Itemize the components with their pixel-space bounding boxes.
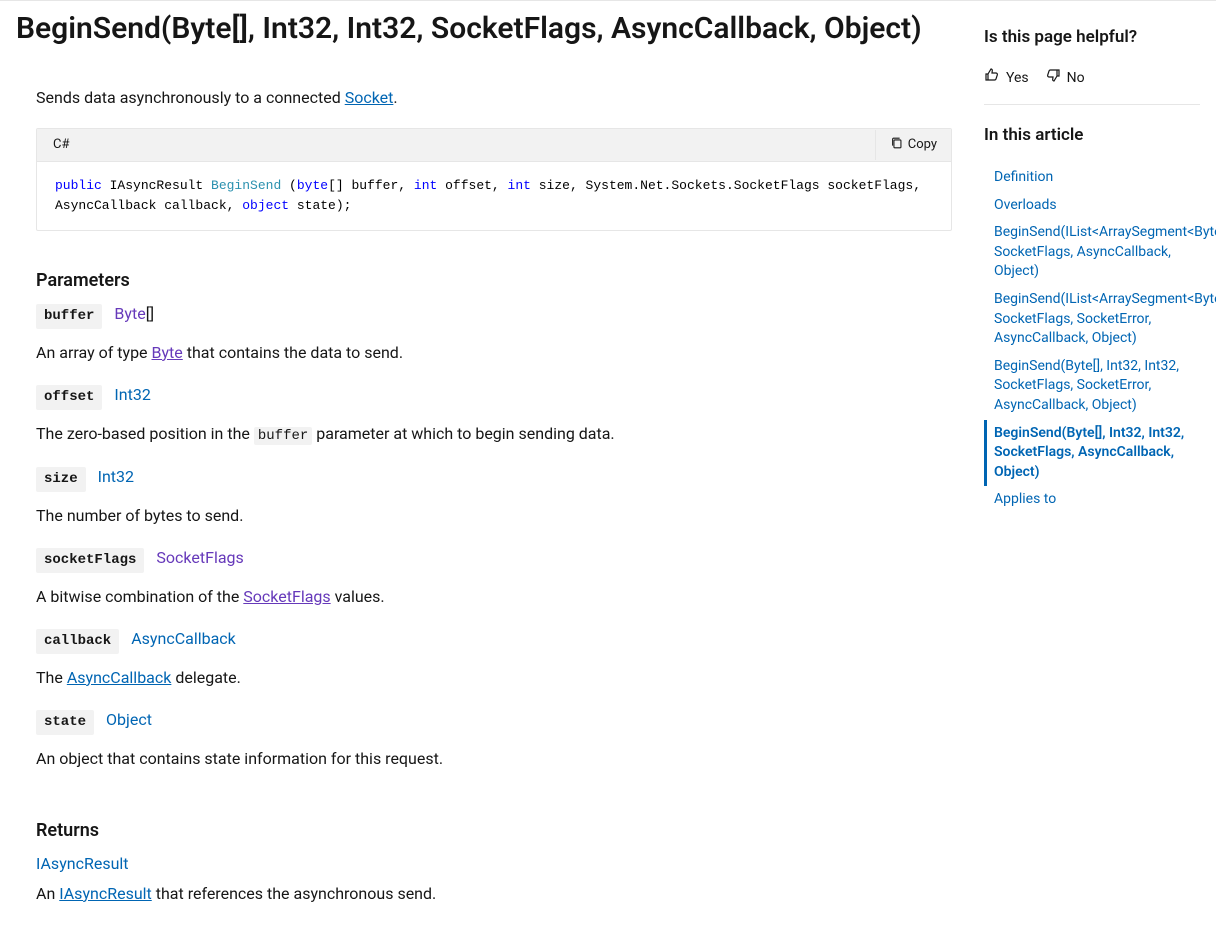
toc-link[interactable]: Definition bbox=[984, 164, 1200, 192]
parameter-type: Int32 bbox=[98, 467, 134, 486]
doc-link[interactable]: Byte bbox=[152, 343, 183, 362]
toc-item: BeginSend(Byte[], Int32, Int32, SocketFl… bbox=[984, 420, 1200, 487]
toc-item: BeginSend(IList<ArraySegment<Byte>>, Soc… bbox=[984, 219, 1200, 286]
parameter-type: SocketFlags bbox=[156, 548, 243, 567]
returns-type: IAsyncResult bbox=[36, 852, 952, 876]
parameter-type: Int32 bbox=[114, 385, 150, 404]
parameter-block: socketFlagsSocketFlagsA bitwise combinat… bbox=[36, 546, 952, 609]
toc-list: DefinitionOverloadsBeginSend(IList<Array… bbox=[984, 164, 1200, 514]
helpful-heading: Is this page helpful? bbox=[984, 25, 1200, 51]
returns-type-link[interactable]: IAsyncResult bbox=[36, 854, 129, 873]
doc-link[interactable]: Object bbox=[106, 710, 152, 729]
copy-button[interactable]: Copy bbox=[875, 130, 951, 160]
doc-link[interactable]: Byte bbox=[114, 304, 145, 323]
copy-label: Copy bbox=[908, 137, 937, 152]
toc-heading: In this article bbox=[984, 123, 1200, 149]
returns-description: An IAsyncResult that references the asyn… bbox=[36, 882, 952, 906]
doc-link[interactable]: SocketFlags bbox=[156, 548, 243, 567]
parameter-name: size bbox=[36, 467, 86, 492]
doc-link[interactable]: Int32 bbox=[98, 467, 134, 486]
parameter-block: buffer Byte[] An array of type Byte that c… bbox=[36, 302, 952, 365]
inline-code: buffer bbox=[254, 427, 312, 445]
toc-item: BeginSend(Byte[], Int32, Int32, SocketFl… bbox=[984, 353, 1200, 420]
main-content: BeginSend(Byte[], Int32, Int32, SocketFl… bbox=[16, 1, 984, 924]
parameter-block: offset Int32 The zero-based position in th… bbox=[36, 383, 952, 447]
parameter-block: size Int32 The number of bytes to send. bbox=[36, 465, 952, 528]
thumbs-up-icon bbox=[984, 67, 1000, 90]
code-block: C# Copy public IAsyncResult BeginSend (b… bbox=[36, 128, 952, 231]
toc-link[interactable]: BeginSend(IList<ArraySegment<Byte>>, Soc… bbox=[984, 286, 1200, 353]
feedback-yes-button[interactable]: Yes bbox=[984, 67, 1029, 90]
parameter-block: callbackAsyncCallbackThe AsyncCallback d… bbox=[36, 627, 952, 690]
parameters-heading: Parameters bbox=[36, 267, 952, 294]
toc-item: BeginSend(IList<ArraySegment<Byte>>, Soc… bbox=[984, 286, 1200, 353]
code-header: C# Copy bbox=[37, 129, 951, 162]
parameter-description: An object that contains state informatio… bbox=[36, 747, 952, 771]
code-language-label: C# bbox=[37, 129, 85, 161]
toc-item: Overloads bbox=[984, 192, 1200, 220]
parameter-description: The zero-based position in the buffer pa… bbox=[36, 422, 952, 447]
doc-link[interactable]: AsyncCallback bbox=[131, 629, 236, 648]
doc-link[interactable]: AsyncCallback bbox=[67, 668, 172, 687]
toc-link[interactable]: BeginSend(Byte[], Int32, Int32, SocketFl… bbox=[984, 353, 1200, 420]
parameter-description: A bitwise combination of the SocketFlags… bbox=[36, 585, 952, 609]
parameter-name: buffer bbox=[36, 304, 102, 329]
parameter-type: Byte[] bbox=[114, 304, 154, 323]
doc-link[interactable]: Int32 bbox=[114, 385, 150, 404]
code-sample: public IAsyncResult BeginSend (byte[] bu… bbox=[37, 162, 951, 230]
parameter-name: callback bbox=[36, 629, 119, 654]
toc-link[interactable]: BeginSend(Byte[], Int32, Int32, SocketFl… bbox=[984, 420, 1200, 487]
feedback-row: Yes No bbox=[984, 67, 1200, 90]
feedback-no-button[interactable]: No bbox=[1045, 67, 1085, 90]
doc-link[interactable]: IAsyncResult bbox=[59, 884, 152, 903]
parameter-name: state bbox=[36, 710, 94, 735]
parameter-name: socketFlags bbox=[36, 548, 144, 573]
returns-heading: Returns bbox=[36, 817, 952, 844]
toc-link[interactable]: BeginSend(IList<ArraySegment<Byte>>, Soc… bbox=[984, 219, 1200, 286]
toc-link[interactable]: Overloads bbox=[984, 192, 1200, 220]
parameter-name: offset bbox=[36, 385, 102, 410]
intro-paragraph: Sends data asynchronously to a connected… bbox=[36, 86, 952, 110]
toc-link[interactable]: Applies to bbox=[984, 486, 1200, 514]
thumbs-down-icon bbox=[1045, 67, 1061, 90]
toc-item: Applies to bbox=[984, 486, 1200, 514]
toc-item: Definition bbox=[984, 164, 1200, 192]
sidebar: Is this page helpful? Yes No In bbox=[984, 1, 1200, 924]
parameter-description: An array of type Byte that contains the … bbox=[36, 341, 952, 365]
parameter-type: Object bbox=[106, 710, 152, 729]
parameter-description: The AsyncCallback delegate. bbox=[36, 666, 952, 690]
parameter-description: The number of bytes to send. bbox=[36, 504, 952, 528]
parameter-type: AsyncCallback bbox=[131, 629, 236, 648]
sidebar-divider bbox=[984, 104, 1200, 105]
copy-icon bbox=[890, 136, 904, 154]
parameter-block: state Object An object that contains state… bbox=[36, 708, 952, 771]
intro-socket-link[interactable]: Socket bbox=[345, 88, 394, 107]
page-title: BeginSend(Byte[], Int32, Int32, SocketFl… bbox=[16, 9, 952, 48]
doc-link[interactable]: SocketFlags bbox=[243, 587, 330, 606]
